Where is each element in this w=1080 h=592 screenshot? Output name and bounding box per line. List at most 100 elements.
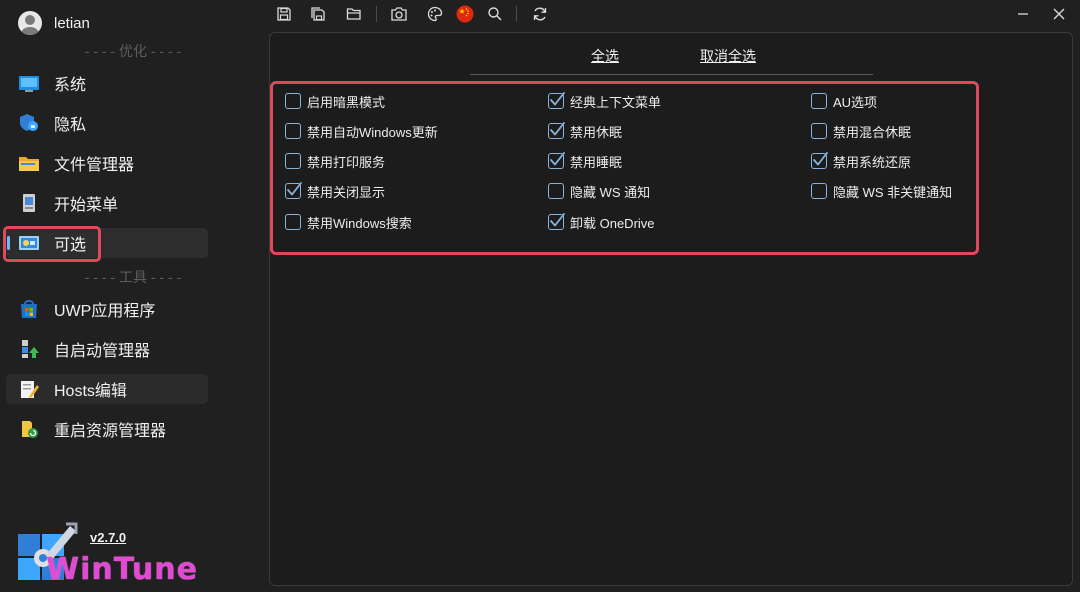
sidebar-item-label: 隐私 bbox=[54, 117, 87, 134]
option-checkbox-row[interactable]: 禁用系统还原 bbox=[811, 151, 911, 171]
toolbar-divider bbox=[376, 6, 377, 22]
screenshot-button[interactable] bbox=[389, 4, 409, 24]
checkmark-icon bbox=[813, 152, 828, 166]
option-label: 禁用关闭显示 bbox=[307, 184, 386, 200]
checkmark-icon bbox=[287, 182, 302, 196]
open-folder-button[interactable] bbox=[344, 4, 364, 24]
startup-manager-icon bbox=[22, 340, 39, 358]
sidebar-item-label: UWP应用程序 bbox=[54, 303, 156, 320]
theme-palette-icon bbox=[427, 6, 443, 22]
option-checkbox-row[interactable]: 禁用混合休眠 bbox=[811, 121, 911, 141]
option-checkbox-row[interactable]: 禁用睡眠 bbox=[548, 151, 622, 171]
hosts-edit-icon bbox=[21, 381, 39, 398]
minimize-button[interactable] bbox=[1008, 2, 1038, 26]
option-label: 禁用睡眠 bbox=[570, 154, 623, 170]
option-checkbox-row[interactable]: 经典上下文菜单 bbox=[548, 91, 661, 111]
save-icon bbox=[277, 7, 291, 21]
option-checkbox-row[interactable]: 启用暗黑模式 bbox=[285, 91, 385, 111]
minimize-icon bbox=[1018, 13, 1028, 15]
checkbox-unchecked[interactable] bbox=[548, 183, 564, 199]
checkbox-unchecked[interactable] bbox=[285, 214, 301, 230]
sidebar-item-label: 重启资源管理器 bbox=[54, 423, 167, 440]
option-label: 卸载 OneDrive bbox=[570, 215, 655, 231]
user-profile[interactable]: letian bbox=[18, 10, 90, 36]
sidebar-item-start-menu[interactable]: 开始菜单 bbox=[6, 188, 208, 218]
checkmark-icon bbox=[550, 152, 565, 166]
language-button[interactable] bbox=[455, 4, 475, 24]
section-label-tools: - - - - 工具 - - - - bbox=[84, 269, 182, 285]
camera-icon bbox=[391, 7, 407, 21]
sidebar-item-label: Hosts编辑 bbox=[54, 383, 127, 400]
sidebar-item-label: 开始菜单 bbox=[54, 197, 119, 214]
option-checkbox-row[interactable]: 卸载 OneDrive bbox=[548, 212, 655, 232]
sidebar-item-label: 系统 bbox=[54, 77, 87, 94]
theme-button[interactable] bbox=[425, 4, 445, 24]
option-checkbox-row[interactable]: 隐藏 WS 通知 bbox=[548, 181, 650, 201]
option-checkbox-row[interactable]: 禁用自动Windows更新 bbox=[285, 121, 438, 141]
checkmark-icon bbox=[550, 92, 565, 106]
header-divider bbox=[470, 74, 873, 75]
checkbox-unchecked[interactable] bbox=[285, 93, 301, 109]
option-checkbox-row[interactable]: 隐藏 WS 非关键通知 bbox=[811, 181, 952, 201]
highlight-box-optional bbox=[3, 226, 101, 262]
option-label: 隐藏 WS 非关键通知 bbox=[833, 184, 953, 200]
open-folder-icon bbox=[346, 8, 361, 20]
save-button[interactable] bbox=[274, 4, 294, 24]
checkbox-checked[interactable] bbox=[811, 152, 828, 169]
option-checkbox-row[interactable]: 禁用打印服务 bbox=[285, 151, 385, 171]
deselect-all-link[interactable]: 取消全选 bbox=[700, 46, 756, 66]
sidebar-item-privacy[interactable]: 隐私 bbox=[6, 108, 208, 138]
refresh-icon bbox=[533, 7, 547, 21]
uwp-store-icon bbox=[21, 300, 37, 318]
select-all-link[interactable]: 全选 bbox=[591, 46, 619, 66]
option-label: AU选项 bbox=[833, 94, 878, 110]
option-label: 禁用Windows搜索 bbox=[307, 215, 412, 231]
checkbox-unchecked[interactable] bbox=[811, 183, 827, 199]
checkbox-checked[interactable] bbox=[285, 182, 302, 199]
start-menu-icon bbox=[23, 194, 35, 212]
option-label: 隐藏 WS 通知 bbox=[570, 184, 651, 200]
option-checkbox-row[interactable]: 禁用Windows搜索 bbox=[285, 212, 412, 232]
checkbox-unchecked[interactable] bbox=[811, 123, 827, 139]
toolbar-divider bbox=[516, 6, 517, 22]
sidebar-item-restart-explorer[interactable]: 重启资源管理器 bbox=[6, 414, 208, 444]
china-flag-icon bbox=[456, 5, 474, 23]
save-all-button[interactable] bbox=[308, 4, 328, 24]
sidebar-item-hosts-edit[interactable]: Hosts编辑 bbox=[6, 374, 208, 404]
sidebar-item-file-manager[interactable]: 文件管理器 bbox=[6, 148, 208, 178]
sidebar-item-label: 自启动管理器 bbox=[54, 343, 151, 360]
option-checkbox-row[interactable]: 禁用休眠 bbox=[548, 121, 622, 141]
sidebar: letian - - - - 优化 - - - - 系统 隐私 文件管理器 开始… bbox=[0, 0, 262, 592]
sidebar-item-uwp-apps[interactable]: UWP应用程序 bbox=[6, 294, 208, 324]
option-label: 禁用混合休眠 bbox=[833, 124, 912, 140]
folder-icon bbox=[19, 157, 39, 171]
checkmark-icon bbox=[550, 122, 565, 136]
username: letian bbox=[54, 14, 90, 32]
refresh-button[interactable] bbox=[530, 4, 550, 24]
option-checkbox-row[interactable]: 禁用关闭显示 bbox=[285, 181, 385, 201]
option-label: 禁用自动Windows更新 bbox=[307, 124, 438, 140]
checkbox-unchecked[interactable] bbox=[285, 153, 301, 169]
restart-explorer-icon bbox=[22, 421, 38, 438]
checkbox-checked[interactable] bbox=[548, 152, 565, 169]
close-button[interactable] bbox=[1044, 2, 1074, 26]
app-wordmark: WinTune bbox=[46, 552, 198, 587]
option-checkbox-row[interactable]: AU选项 bbox=[811, 91, 877, 111]
checkbox-unchecked[interactable] bbox=[285, 123, 301, 139]
search-button[interactable] bbox=[485, 4, 505, 24]
option-label: 经典上下文菜单 bbox=[570, 94, 662, 110]
option-label: 启用暗黑模式 bbox=[307, 94, 386, 110]
checkbox-unchecked[interactable] bbox=[811, 93, 827, 109]
sidebar-item-system[interactable]: 系统 bbox=[6, 68, 208, 98]
app-version: v2.7.0 bbox=[90, 530, 127, 545]
checkbox-checked[interactable] bbox=[548, 213, 565, 230]
app-window: letian - - - - 优化 - - - - 系统 隐私 文件管理器 开始… bbox=[0, 0, 1080, 592]
checkbox-checked[interactable] bbox=[548, 122, 565, 139]
option-label: 禁用系统还原 bbox=[833, 154, 912, 170]
sidebar-item-startup-manager[interactable]: 自启动管理器 bbox=[6, 334, 208, 364]
close-icon bbox=[1053, 8, 1065, 20]
app-logo: v2.7.0 WinTune bbox=[16, 520, 197, 588]
avatar bbox=[18, 11, 42, 35]
privacy-shield-icon bbox=[20, 114, 38, 131]
checkbox-checked[interactable] bbox=[548, 92, 565, 109]
